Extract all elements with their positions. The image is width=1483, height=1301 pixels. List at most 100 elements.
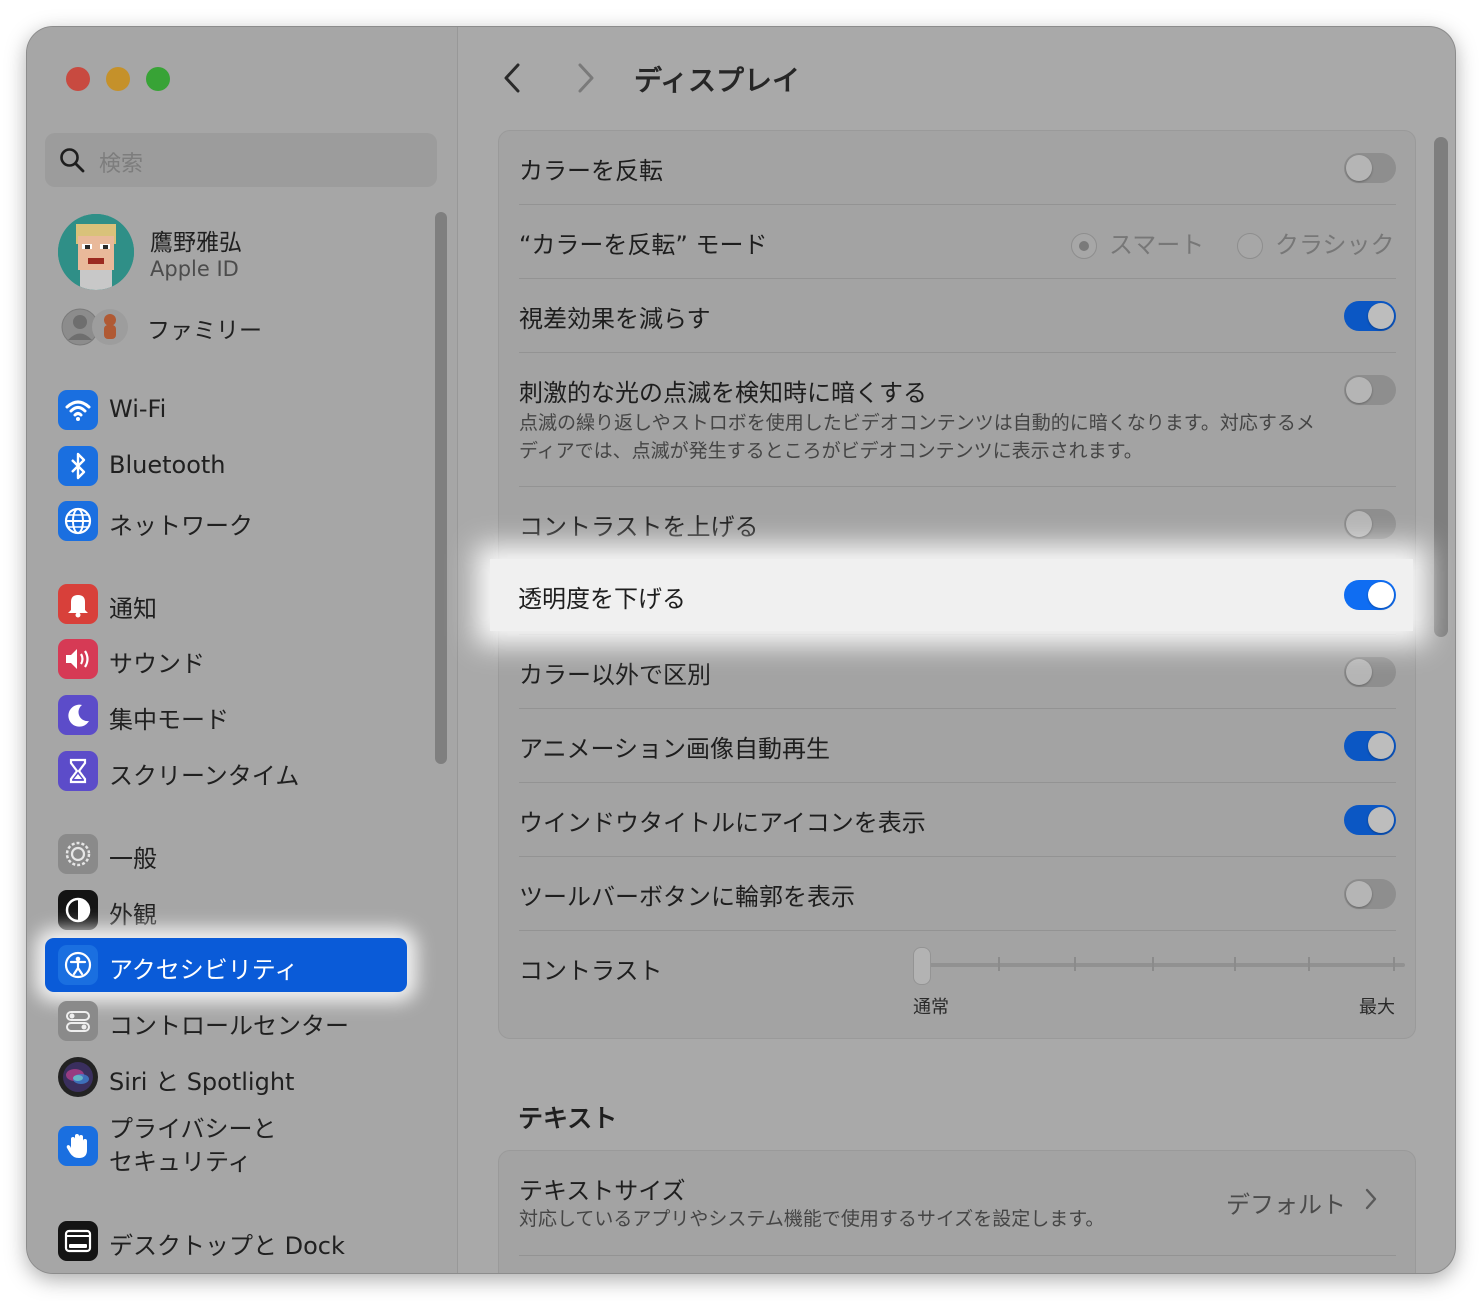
hourglass-icon [58, 751, 98, 791]
divider [519, 352, 1396, 353]
settings-window: 検索 鷹野雅弘 Apple ID ファミリー Wi-Fi Bluetooth ネ… [27, 27, 1455, 1273]
row-label: テキストサイズ [519, 1177, 686, 1205]
row-label: コントラストを上げる [519, 513, 759, 541]
radio-selected-icon [1071, 233, 1097, 259]
row-description: 対応しているアプリやシステム機能で使用するサイズを設定します。 [519, 1208, 1105, 1230]
sidebar-item-general[interactable]: 一般 [45, 827, 407, 881]
appearance-icon [58, 890, 98, 930]
contrast-slider-track[interactable] [929, 963, 1405, 967]
moon-icon [58, 695, 98, 735]
divider [519, 1255, 1396, 1256]
row-invert-colors: カラーを反転 [519, 151, 1396, 185]
sidebar-item-siri-spotlight[interactable]: Siri と Spotlight [45, 1050, 407, 1104]
minimize-window-button[interactable] [106, 67, 130, 91]
sidebar-item-label: Wi-Fi [109, 395, 167, 423]
section-title-text: テキスト [518, 1104, 618, 1133]
sidebar-item-desktop-dock[interactable]: デスクトップと Dock [45, 1214, 407, 1268]
row-label: コントラスト [519, 957, 663, 985]
sidebar-item-label: コントロールセンター [109, 1012, 349, 1040]
sidebar-item-privacy-security[interactable]: プライバシーと セキュリティ [45, 1115, 407, 1176]
sidebar-item-label: プライバシーと セキュリティ [109, 1115, 277, 1176]
invert-colors-toggle[interactable] [1344, 153, 1396, 183]
show-window-title-icons-toggle[interactable] [1344, 805, 1396, 835]
avatar[interactable] [58, 214, 134, 290]
search-placeholder: 検索 [99, 152, 144, 177]
hand-icon [58, 1126, 98, 1166]
reduce-transparency-toggle[interactable] [1344, 580, 1396, 610]
slider-tick [998, 957, 1000, 971]
row-label: ツールバーボタンに輪郭を表示 [519, 883, 855, 911]
row-label: 視差効果を減らす [519, 305, 711, 333]
sidebar-item-screen-time[interactable]: スクリーンタイム [45, 744, 407, 798]
sidebar-item-bluetooth[interactable]: Bluetooth [45, 439, 407, 493]
sidebar-item-label: 集中モード [109, 706, 229, 734]
row-reduce-transparency: 透明度を下げる [490, 559, 1413, 631]
sidebar-item-label: サウンド [109, 650, 205, 678]
slider-tick [1152, 957, 1154, 971]
sidebar-item-label: 一般 [109, 845, 157, 873]
chevron-left-icon [504, 63, 520, 93]
back-button[interactable] [498, 61, 528, 95]
family-label[interactable]: ファミリー [147, 311, 262, 345]
divider [519, 634, 1396, 635]
show-toolbar-button-shapes-toggle[interactable] [1344, 879, 1396, 909]
sidebar-item-control-center[interactable]: コントロールセンター [45, 994, 407, 1048]
radio-label: クラシック [1275, 231, 1395, 259]
differentiate-without-color-toggle[interactable] [1344, 657, 1396, 687]
row-label: ウインドウタイトルにアイコンを表示 [519, 809, 926, 837]
sidebar-item-notifications[interactable]: 通知 [45, 577, 407, 631]
slider-tick [1074, 957, 1076, 971]
reduce-motion-toggle[interactable] [1344, 301, 1396, 331]
text-size-value: デフォルト [1226, 1191, 1346, 1219]
slider-min-label: 通常 [913, 997, 949, 1018]
speaker-icon [58, 639, 98, 679]
contrast-slider-thumb[interactable] [913, 947, 931, 985]
divider [519, 708, 1396, 709]
row-text-size[interactable]: テキストサイズ 対応しているアプリやシステム機能で使用するサイズを設定します。 … [519, 1171, 1396, 1241]
row-show-toolbar-button-shapes: ツールバーボタンに輪郭を表示 [519, 877, 1396, 911]
row-label: カラーを反転 [519, 157, 663, 185]
sidebar-item-network[interactable]: ネットワーク [45, 494, 407, 548]
family-icon [60, 307, 130, 347]
row-label: アニメーション画像自動再生 [519, 735, 831, 763]
sidebar-item-appearance[interactable]: 外観 [45, 883, 407, 937]
sidebar-item-label: アクセシビリティ [109, 956, 299, 984]
slider-tick [1393, 957, 1395, 971]
sidebar-item-wifi[interactable]: Wi-Fi [45, 383, 407, 437]
sidebar-scrollbar[interactable] [435, 212, 447, 764]
row-label: “カラーを反転” モード [519, 231, 768, 259]
sidebar-item-accessibility[interactable]: アクセシビリティ [45, 938, 407, 992]
page-title: ディスプレイ [634, 64, 801, 97]
dim-flashing-lights-toggle[interactable] [1344, 375, 1396, 405]
main-scrollbar[interactable] [1434, 137, 1448, 637]
row-reduce-motion: 視差効果を減らす [519, 299, 1396, 333]
profile-name[interactable]: 鷹野雅弘 [150, 223, 242, 257]
sidebar-item-focus[interactable]: 集中モード [45, 688, 407, 742]
zoom-window-button[interactable] [146, 67, 170, 91]
radio-classic[interactable]: クラシック [1237, 225, 1395, 260]
row-show-window-title-icons: ウインドウタイトルにアイコンを表示 [519, 803, 1396, 837]
row-label: 透明度を下げる [518, 585, 686, 613]
sidebar-item-label: ネットワーク [109, 512, 253, 540]
forward-button[interactable] [570, 61, 600, 95]
increase-contrast-toggle[interactable] [1344, 509, 1396, 539]
search-field[interactable]: 検索 [45, 133, 437, 187]
row-invert-mode: “カラーを反転” モード スマート クラシック [519, 225, 1396, 259]
dock-icon [58, 1221, 98, 1261]
sidebar-item-label: 通知 [109, 595, 157, 623]
radio-label: スマート [1109, 231, 1205, 259]
row-label: カラー以外で区別 [519, 661, 711, 689]
row-differentiate-without-color: カラー以外で区別 [519, 655, 1396, 689]
autoplay-animated-images-toggle[interactable] [1344, 731, 1396, 761]
wifi-icon [58, 390, 98, 430]
close-window-button[interactable] [66, 67, 90, 91]
radio-smart[interactable]: スマート [1071, 225, 1204, 260]
profile-subtitle: Apple ID [150, 257, 239, 281]
sidebar-item-sound[interactable]: サウンド [45, 632, 407, 686]
sidebar-item-label: スクリーンタイム [109, 762, 300, 790]
row-increase-contrast: コントラストを上げる [519, 507, 1396, 541]
bell-icon [58, 584, 98, 624]
slider-tick [1234, 957, 1236, 971]
slider-max-label: 最大 [1359, 997, 1395, 1018]
sidebar: 検索 鷹野雅弘 Apple ID ファミリー Wi-Fi Bluetooth ネ… [27, 27, 458, 1273]
